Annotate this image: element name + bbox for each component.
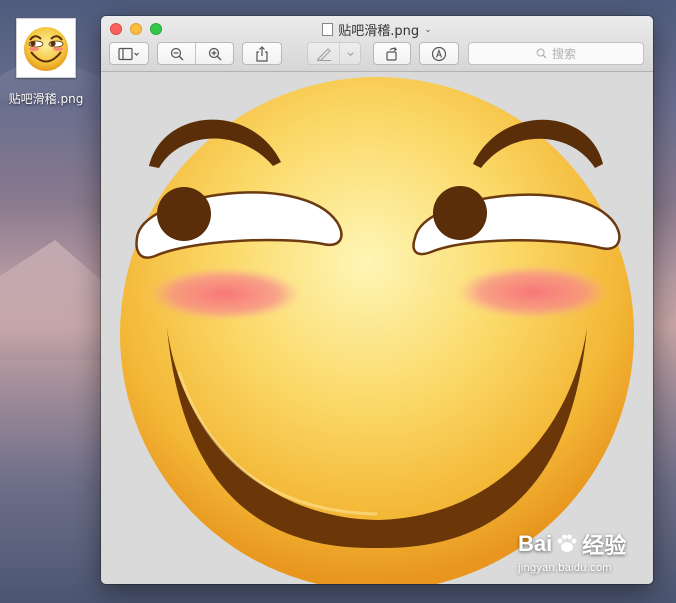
zoom-out-button[interactable] <box>158 43 195 64</box>
pen-dropdown-arrow[interactable] <box>339 43 360 64</box>
left-blush <box>149 268 301 320</box>
desktop-file-thumbnail <box>16 18 76 78</box>
zoom-in-icon <box>208 47 221 60</box>
search-placeholder: 搜索 <box>551 47 576 61</box>
sidebar-toggle-button[interactable] <box>109 42 149 65</box>
search-icon <box>536 48 547 59</box>
face-circle <box>120 77 634 584</box>
pen-button[interactable] <box>308 43 339 64</box>
share-button[interactable] <box>242 42 282 65</box>
desktop-file-icon[interactable]: 贴吧滑稽.png <box>6 18 86 107</box>
rotate-button[interactable] <box>373 42 411 65</box>
smiley-image <box>120 77 634 584</box>
watermark-brand-left: Bai <box>518 531 553 556</box>
preview-window: 贴吧滑稽.png ⌄ 搜索 <box>101 16 653 584</box>
window-title-text: 贴吧滑稽.png <box>338 24 420 39</box>
zoom-in-button[interactable] <box>195 43 233 64</box>
smiley-thumbnail-icon <box>24 27 68 71</box>
window-title[interactable]: 贴吧滑稽.png ⌄ <box>101 20 653 39</box>
right-pupil <box>433 186 487 240</box>
markup-button[interactable] <box>419 42 459 65</box>
left-pupil <box>157 187 211 241</box>
paw-icon <box>557 534 577 552</box>
pen-icon <box>316 47 331 61</box>
image-canvas[interactable] <box>101 72 653 584</box>
chevron-down-icon <box>347 51 354 56</box>
desktop-mountain-bottom <box>0 240 110 360</box>
share-icon <box>256 45 268 62</box>
zoom-out-icon <box>170 47 183 60</box>
desktop-file-label: 贴吧滑稽.png <box>8 92 84 106</box>
search-field[interactable]: 搜索 <box>468 42 644 65</box>
watermark-url: jingyan.baidu.com <box>518 562 612 574</box>
pen-tool-dropdown[interactable] <box>307 42 361 65</box>
document-icon <box>322 23 334 36</box>
markup-icon <box>431 46 447 61</box>
zoom-segmented-control <box>157 42 234 65</box>
titlebar: 贴吧滑稽.png ⌄ 搜索 <box>101 16 653 72</box>
watermark-brand-right: 经验 <box>582 533 627 558</box>
toolbar: 搜索 <box>101 42 653 66</box>
chevron-down-icon: ⌄ <box>424 24 432 35</box>
right-blush <box>457 266 609 318</box>
rotate-icon <box>386 46 398 61</box>
sidebar-icon <box>118 47 139 60</box>
baidu-watermark: Bai 经验 jingyan.baidu.com <box>518 528 626 574</box>
